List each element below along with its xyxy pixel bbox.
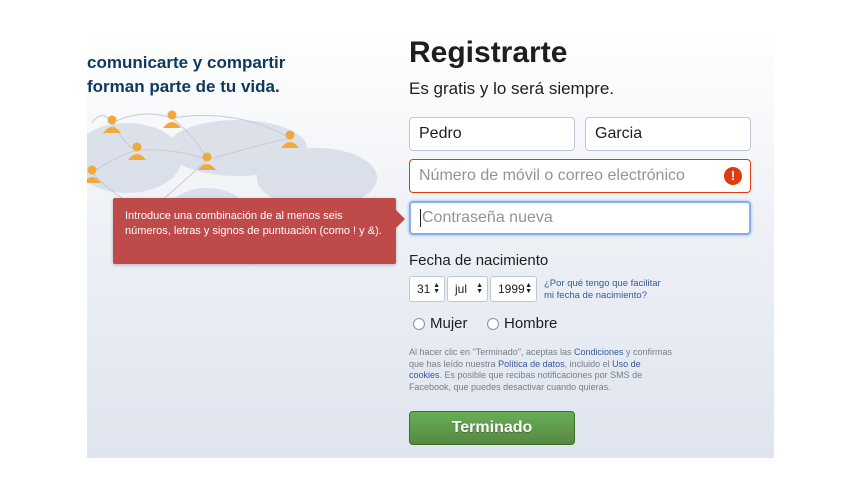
person-icon <box>163 110 181 128</box>
tagline-line-1: comunicarte y compartir <box>87 53 286 72</box>
birthday-year-value: 1999 <box>498 282 525 296</box>
last-name-value: Garcia <box>595 125 643 142</box>
first-name-input[interactable]: Pedro <box>409 117 575 151</box>
new-password-input[interactable]: Contraseña nueva <box>409 201 751 235</box>
password-error-tooltip: Introduce una combinación de al menos se… <box>113 198 396 264</box>
last-name-input[interactable]: Garcia <box>585 117 751 151</box>
legal-text-3: , incluido el <box>564 358 613 369</box>
signup-page: comunicarte y compartir forman parte de … <box>87 28 774 458</box>
tagline-line-2: forman parte de tu vida. <box>87 77 280 96</box>
select-arrows-icon: ▲ ▼ <box>433 282 440 295</box>
tagline: comunicarte y compartir forman parte de … <box>87 51 387 99</box>
gender-male-label: Hombre <box>504 315 558 332</box>
why-birthday-link[interactable]: ¿Por qué tengo que facilitar mi fecha de… <box>544 278 674 302</box>
birthday-month-value: jul <box>455 282 468 296</box>
birthday-label: Fecha de nacimiento <box>409 252 549 269</box>
radio-circle-icon <box>487 317 499 330</box>
birthday-month-select[interactable]: jul ▲ ▼ <box>447 276 488 302</box>
mobile-or-email-placeholder: Número de móvil o correo electrónico <box>419 167 685 184</box>
birthday-day-select[interactable]: 31 ▲ ▼ <box>409 276 445 302</box>
gender-female-radio[interactable]: Mujer <box>413 315 468 332</box>
data-policy-link[interactable]: Política de datos <box>498 359 565 369</box>
first-name-value: Pedro <box>419 125 462 142</box>
error-warning-icon: ! <box>724 167 742 185</box>
birthday-day-value: 31 <box>417 282 431 296</box>
radio-circle-icon <box>413 317 425 330</box>
birthday-year-select[interactable]: 1999 ▲ ▼ <box>490 276 537 302</box>
tooltip-arrow <box>396 210 405 228</box>
gender-male-radio[interactable]: Hombre <box>487 315 557 332</box>
page-subtitle: Es gratis y lo será siempre. <box>409 79 615 98</box>
text-cursor <box>420 209 421 227</box>
select-arrows-icon: ▲ ▼ <box>476 282 483 295</box>
conditions-link[interactable]: Condiciones <box>574 347 624 357</box>
select-arrows-icon: ▲ ▼ <box>525 282 532 295</box>
page-title: Registrarte <box>409 36 568 69</box>
legal-text-1: Al hacer clic en "Terminado", aceptas la… <box>409 347 574 357</box>
legal-text-4: . Es posible que recibas notificaciones … <box>409 370 643 392</box>
mobile-or-email-input[interactable]: Número de móvil o correo electrónico ! <box>409 159 751 193</box>
why-birthday-line-2: mi fecha de nacimiento? <box>544 290 647 301</box>
gender-female-label: Mujer <box>430 315 468 332</box>
new-password-placeholder: Contraseña nueva <box>422 209 553 226</box>
legal-disclaimer: Al hacer clic en "Terminado", aceptas la… <box>409 347 673 393</box>
why-birthday-line-1: ¿Por qué tengo que facilitar <box>544 278 661 289</box>
submit-button[interactable]: Terminado <box>409 411 575 445</box>
